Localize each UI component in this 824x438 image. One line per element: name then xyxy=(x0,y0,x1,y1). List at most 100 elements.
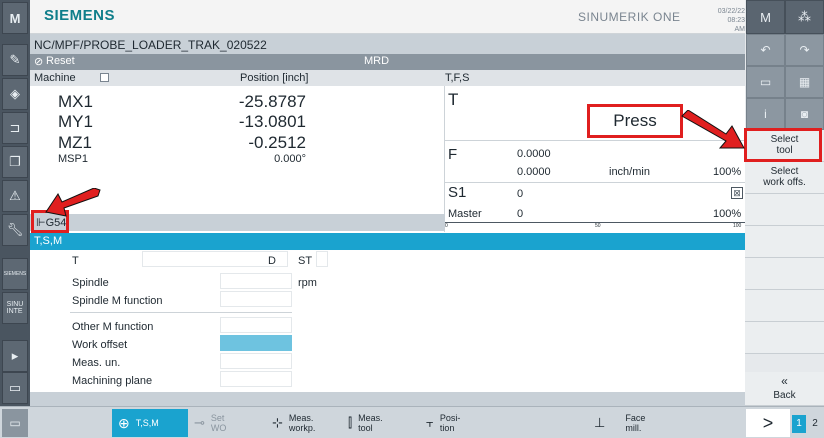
channel-button[interactable]: ⁂ xyxy=(785,0,824,34)
face-mill-label: Face mill. xyxy=(625,413,645,433)
work-offset-select[interactable] xyxy=(220,335,292,351)
meas-tool-label: Meas. tool xyxy=(358,413,383,433)
keyboard-toggle-button[interactable]: ▭ xyxy=(2,409,28,437)
spindle-field-label: Spindle xyxy=(72,277,109,289)
axis-name: MX1 xyxy=(58,92,93,111)
select-work-offset-softkey[interactable]: Select work offs. xyxy=(745,162,824,194)
empty-horizontal-softkey[interactable] xyxy=(684,409,740,437)
machine-mode-button[interactable]: M xyxy=(746,0,785,34)
empty-softkey[interactable] xyxy=(745,226,824,258)
tsm-form: T D ST Spindle rpm Spindle M function Ot… xyxy=(30,250,745,392)
set-wo-label: Set WO xyxy=(211,413,227,433)
spindle-axis-value: 0.000° xyxy=(274,153,306,165)
program-edit-button[interactable]: ✎ xyxy=(2,44,28,76)
camera-icon: ◙ xyxy=(800,107,809,121)
machining-plane-select[interactable] xyxy=(220,371,292,387)
back-icon: « xyxy=(781,374,788,388)
tool-label: T xyxy=(448,90,459,109)
message-line xyxy=(30,392,745,406)
machine-checkbox[interactable] xyxy=(100,73,109,82)
info-button[interactable]: i xyxy=(746,98,785,130)
meas-workpiece-label: Meas. workp. xyxy=(289,413,316,433)
channel-icon: ⁂ xyxy=(798,9,811,24)
label-line: Set xyxy=(210,413,225,423)
empty-horizontal-softkey[interactable] xyxy=(500,409,580,437)
expand-button[interactable]: ▸ xyxy=(2,340,28,372)
set-wo-softkey[interactable]: ⊸ Set WO xyxy=(190,409,264,437)
reset-icon: ⊘ xyxy=(34,56,44,68)
empty-softkey[interactable] xyxy=(745,258,824,290)
feed-value-actual: 0.0000 xyxy=(517,166,551,178)
empty-softkey[interactable] xyxy=(745,322,824,354)
empty-softkey[interactable] xyxy=(745,194,824,226)
meas-unit-select[interactable] xyxy=(220,353,292,369)
back-softkey[interactable]: « Back xyxy=(745,372,824,406)
calculator-button[interactable]: ▦ xyxy=(785,66,824,98)
copy-button[interactable]: ❐ xyxy=(2,146,28,178)
position-label: Posi-tion xyxy=(440,413,461,433)
meas-unit-label: Meas. un. xyxy=(72,357,121,369)
softkey-label: Select xyxy=(770,166,799,177)
work-offset-label: Work offset xyxy=(72,339,128,351)
feed-unit: inch/min xyxy=(609,166,650,178)
undo-icon: ↶ xyxy=(760,43,771,57)
feed-override: 100% xyxy=(713,166,742,178)
label-line: Posi- xyxy=(439,413,461,423)
d-label: D xyxy=(268,255,276,267)
set-wo-icon: ⊸ xyxy=(194,415,205,430)
left-vertical-bar: M ✎ ◈ ⊐ ❐ ⚠ 🔧︎ SIEMENS SINU INTE ▸ ▭ xyxy=(0,0,30,438)
redo-button[interactable]: ↷ xyxy=(785,34,824,66)
undo-button[interactable]: ↶ xyxy=(746,34,785,66)
meas-tool-icon: ⫿ xyxy=(348,415,353,430)
siemens-logo-button[interactable]: SIEMENS xyxy=(2,258,28,290)
next-softkey-bar-button[interactable]: > xyxy=(746,409,790,437)
tsm-softkey-label: T,S,M xyxy=(135,418,159,428)
axis-value: -13.0801 xyxy=(238,112,306,131)
sinumerik-icon: SINU INTE xyxy=(6,301,24,315)
face-mill-softkey[interactable]: ⊥ Face mill. xyxy=(590,409,680,437)
feed-label: F xyxy=(448,146,458,163)
spindle-stop-icon: ⊠ xyxy=(731,187,743,199)
meas-tool-softkey[interactable]: ⫿ Meas. tool xyxy=(344,409,418,437)
scale-50: 50 xyxy=(595,223,601,229)
keyboard-icon: ▭ xyxy=(8,380,22,395)
label-line: tool xyxy=(358,423,373,433)
spindle-m-select[interactable] xyxy=(220,291,292,307)
machine-area-button[interactable]: M xyxy=(2,2,28,34)
label-line: Meas. xyxy=(358,413,383,423)
tool-input[interactable] xyxy=(142,251,288,267)
position-header: Position [inch] xyxy=(240,72,309,84)
scale-100: 100 xyxy=(733,223,742,229)
position-softkey[interactable]: ⫟ Posi-tion xyxy=(422,409,496,437)
tsm-softkey[interactable]: ⊕ T,S,M xyxy=(112,409,188,437)
rpm-unit: rpm xyxy=(298,277,317,289)
machining-plane-label: Machining plane xyxy=(72,375,153,387)
chevron-right-icon: ▸ xyxy=(11,348,19,363)
screenshot-button[interactable]: ◙ xyxy=(785,98,824,130)
label-line: workp. xyxy=(288,423,316,433)
keyboard-button[interactable]: ▭ xyxy=(2,372,28,404)
sinumerik-button[interactable]: SINU INTE xyxy=(2,292,28,324)
setup-button[interactable]: 🔧︎ xyxy=(2,214,28,246)
scale-0: 0 xyxy=(445,223,448,229)
display-button[interactable]: ▭ xyxy=(746,66,785,98)
meas-workpiece-softkey[interactable]: ⊹ Meas. workp. xyxy=(268,409,340,437)
tfs-header: T,F,S xyxy=(445,72,470,84)
calculator-icon: ▦ xyxy=(798,75,811,89)
parameter-button[interactable]: ⊐ xyxy=(2,112,28,144)
empty-softkey[interactable] xyxy=(745,290,824,322)
page-1-indicator[interactable]: 1 xyxy=(792,415,806,433)
copy-icon: ❐ xyxy=(9,154,21,169)
other-m-input[interactable] xyxy=(220,317,292,333)
date-time: 03/22/22 08:23 AM xyxy=(716,7,745,34)
spindle-m-label: Spindle M function xyxy=(72,295,163,307)
program-manager-button[interactable]: ◈ xyxy=(2,78,28,110)
product-name: SINUMERIK ONE xyxy=(578,10,681,24)
diagnostics-button[interactable]: ⚠ xyxy=(2,180,28,212)
master-value: 0 xyxy=(517,208,524,220)
axis-name: MZ1 xyxy=(58,133,92,152)
spindle-speed-input[interactable] xyxy=(220,273,292,289)
page-2-indicator[interactable]: 2 xyxy=(808,415,822,433)
wrench-icon: 🔧︎ xyxy=(6,222,24,237)
st-input[interactable] xyxy=(316,251,328,267)
